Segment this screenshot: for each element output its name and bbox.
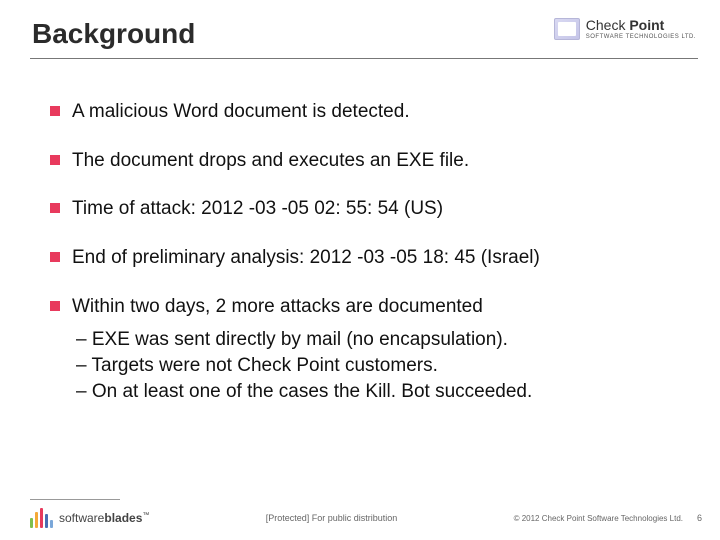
footer-brand-text: softwareblades™ xyxy=(59,511,149,525)
bullet-text: The document drops and executes an EXE f… xyxy=(72,149,469,174)
square-bullet-icon xyxy=(50,155,60,165)
footer-classification: [Protected] For public distribution xyxy=(149,513,513,523)
logo-subtitle: SOFTWARE TECHNOLOGIES LTD. xyxy=(586,34,696,40)
square-bullet-icon xyxy=(50,252,60,262)
header: Background Check Point SOFTWARE TECHNOLO… xyxy=(32,18,696,50)
page-number: 6 xyxy=(697,513,702,523)
bullet-text: End of preliminary analysis: 2012 -03 -0… xyxy=(72,246,540,271)
list-item: End of preliminary analysis: 2012 -03 -0… xyxy=(50,246,680,271)
sub-list: – EXE was sent directly by mail (no enca… xyxy=(76,327,680,404)
brand-bold: blades xyxy=(104,511,142,525)
footer-copyright: © 2012 Check Point Software Technologies… xyxy=(514,514,683,523)
sub-item: – EXE was sent directly by mail (no enca… xyxy=(76,327,680,353)
logo-prefix: Check xyxy=(586,17,630,33)
list-item: A malicious Word document is detected. xyxy=(50,100,680,125)
sub-item: – On at least one of the cases the Kill.… xyxy=(76,379,680,405)
logo-line1: Check Point xyxy=(586,18,696,32)
square-bullet-icon xyxy=(50,301,60,311)
page-title: Background xyxy=(32,18,195,50)
list-item: Time of attack: 2012 -03 -05 02: 55: 54 … xyxy=(50,197,680,222)
footer-rule xyxy=(30,499,120,500)
logo-icon xyxy=(554,18,580,40)
list-item: Within two days, 2 more attacks are docu… xyxy=(50,295,680,405)
software-blades-logo: softwareblades™ xyxy=(30,508,149,528)
list-item: The document drops and executes an EXE f… xyxy=(50,149,680,174)
square-bullet-icon xyxy=(50,203,60,213)
sub-item: – Targets were not Check Point customers… xyxy=(76,353,680,379)
square-bullet-icon xyxy=(50,106,60,116)
bars-icon xyxy=(30,508,53,528)
slide: Background Check Point SOFTWARE TECHNOLO… xyxy=(0,0,720,540)
checkpoint-logo: Check Point SOFTWARE TECHNOLOGIES LTD. xyxy=(554,18,696,40)
logo-text: Check Point SOFTWARE TECHNOLOGIES LTD. xyxy=(586,18,696,40)
bullet-text: Time of attack: 2012 -03 -05 02: 55: 54 … xyxy=(72,197,443,222)
brand-thin: software xyxy=(59,511,104,525)
bullet-text: A malicious Word document is detected. xyxy=(72,100,410,125)
trademark: ™ xyxy=(142,512,149,519)
content: A malicious Word document is detected. T… xyxy=(50,100,680,428)
logo-bold: Point xyxy=(629,17,664,33)
footer: softwareblades™ [Protected] For public d… xyxy=(30,508,702,528)
header-rule xyxy=(30,58,698,59)
bullet-text: Within two days, 2 more attacks are docu… xyxy=(72,295,483,320)
